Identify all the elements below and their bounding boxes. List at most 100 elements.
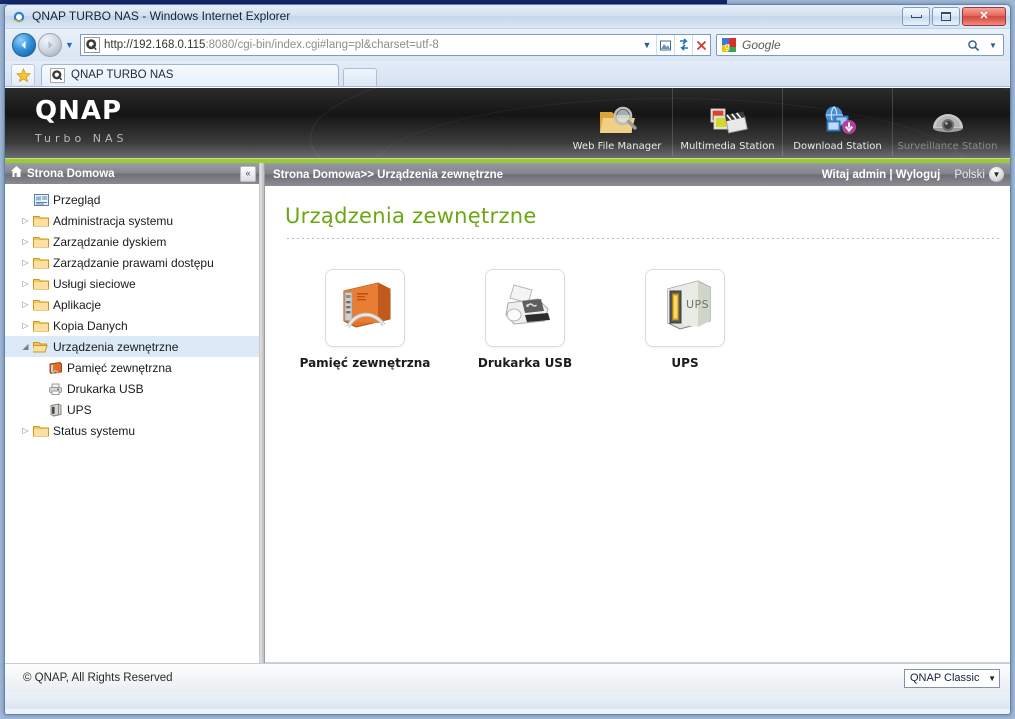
sidebar-item-zarzadzanie-dyskiem[interactable]: ▷ Zarządzanie dyskiem xyxy=(5,231,259,252)
folder-icon xyxy=(32,298,50,311)
device-label: Pamięć zewnętrzna xyxy=(299,356,431,370)
sidebar-item-kopia-danych[interactable]: ▷ Kopia Danych xyxy=(5,315,259,336)
external-storage-icon xyxy=(46,361,64,375)
sidebar-item-label: Usługi sieciowe xyxy=(53,276,136,291)
tree-twisty-expanded[interactable]: ◢ xyxy=(19,342,32,351)
folder-open-icon xyxy=(32,340,50,353)
welcome-logout[interactable]: Witaj admin | Wyloguj xyxy=(822,169,941,181)
sidebar-collapse-button[interactable]: « xyxy=(240,165,256,182)
device-grid: Pamięć zewnętrzna Drukarka USB UPS UPS xyxy=(285,239,1010,370)
forward-button[interactable] xyxy=(38,33,62,57)
folder-icon xyxy=(32,235,50,248)
device-ups[interactable]: UPS UPS xyxy=(605,269,765,370)
sidebar-item-status-systemu[interactable]: ▷ Status systemu xyxy=(5,420,259,441)
tab-bar: QNAP TURBO NAS xyxy=(5,61,1010,87)
breadcrumb: Strona Domowa>> Urządzenia zewnętrzne xyxy=(273,168,504,181)
sidebar-item-label: UPS xyxy=(67,402,92,417)
navigation-tree: Przegląd ▷ Administracja systemu ▷ Zarzą… xyxy=(5,184,259,663)
address-bar[interactable]: http://192.168.0.115:8080/cgi-bin/index.… xyxy=(80,34,711,56)
tab-label: QNAP TURBO NAS xyxy=(71,69,174,81)
app-label: Download Station xyxy=(793,141,882,152)
back-button[interactable] xyxy=(12,33,36,57)
sidebar-item-urzadzenia-zewnetrzne[interactable]: ◢ Urządzenia zewnętrzne xyxy=(5,336,259,357)
tree-twisty[interactable]: ▷ xyxy=(19,237,32,246)
new-tab-button[interactable] xyxy=(343,68,377,86)
copyright-text: © QNAP, All Rights Reserved xyxy=(23,672,173,684)
folder-icon xyxy=(32,319,50,332)
chevron-down-icon[interactable]: ▼ xyxy=(989,167,1004,182)
address-dropdown-button[interactable]: ▼ xyxy=(638,35,656,55)
search-input[interactable]: Google xyxy=(742,38,963,52)
qnap-site-icon xyxy=(84,37,100,53)
breadcrumb-bar: Strona Domowa>> Urządzenia zewnętrzne Wi… xyxy=(265,163,1010,186)
device-tile[interactable]: UPS xyxy=(645,269,725,347)
sidebar-item-przeglad[interactable]: Przegląd xyxy=(5,189,259,210)
sidebar-item-label: Drukarka USB xyxy=(67,381,144,396)
sidebar-item-pamiec-zewnetrzna[interactable]: Pamięć zewnętrzna xyxy=(5,357,259,378)
main-panel: Strona Domowa>> Urządzenia zewnętrzne Wi… xyxy=(265,163,1010,663)
download-monitor-icon xyxy=(817,98,859,138)
device-tile[interactable] xyxy=(485,269,565,347)
sidebar-item-label: Kopia Danych xyxy=(53,318,128,333)
sidebar-item-label: Zarządzanie prawami dostępu xyxy=(53,255,214,270)
sidebar-item-label: Pamięć zewnętrzna xyxy=(67,360,172,375)
tree-twisty[interactable]: ▷ xyxy=(19,300,32,309)
sidebar-item-ups[interactable]: UPS xyxy=(5,399,259,420)
theme-select[interactable]: QNAP Classic ▼ xyxy=(904,668,1000,688)
navigation-bar: ▼ http://192.168.0.115:8080/cgi-bin/inde… xyxy=(5,29,1010,61)
tree-twisty[interactable]: ▷ xyxy=(19,426,32,435)
ups-tower-icon: UPS xyxy=(654,277,716,340)
photos-clapper-icon xyxy=(707,98,749,138)
sidebar-item-aplikacje[interactable]: ▷ Aplikacje xyxy=(5,294,259,315)
device-tile[interactable] xyxy=(325,269,405,347)
minimize-button[interactable] xyxy=(902,7,930,26)
folder-search-icon xyxy=(596,98,638,138)
search-box[interactable]: g Google ▼ xyxy=(716,34,1004,56)
recent-pages-dropdown[interactable]: ▼ xyxy=(62,33,77,57)
refresh-button[interactable] xyxy=(674,35,692,55)
app-link-surveillance-station[interactable]: Surveillance Station xyxy=(892,88,1002,156)
sidebar: Strona Domowa « Przegląd ▷ Administracja… xyxy=(5,163,259,663)
compatibility-view-button[interactable] xyxy=(656,35,674,55)
internet-explorer-icon xyxy=(11,9,27,25)
favorites-button[interactable] xyxy=(11,64,35,85)
sidebar-item-label: Urządzenia zewnętrzne xyxy=(53,339,179,354)
maximize-icon xyxy=(941,12,951,21)
app-link-web-file-manager[interactable]: Web File Manager xyxy=(562,88,672,156)
svg-text:UPS: UPS xyxy=(686,298,709,311)
tab-qnap-turbo-nas[interactable]: QNAP TURBO NAS xyxy=(41,64,339,86)
home-icon xyxy=(10,165,23,183)
usb-printer-icon xyxy=(46,382,64,396)
search-provider-dropdown[interactable]: ▼ xyxy=(983,41,1003,50)
overview-icon xyxy=(32,193,50,207)
sidebar-item-label: Aplikacje xyxy=(53,297,102,312)
tree-twisty[interactable]: ▷ xyxy=(19,258,32,267)
close-button[interactable]: ✕ xyxy=(962,7,1006,26)
folder-icon xyxy=(32,256,50,269)
header-app-links: Web File Manager Multimedia Station Down… xyxy=(562,88,1002,156)
sidebar-item-zarzadzanie-prawami-dostepu[interactable]: ▷ Zarządzanie prawami dostępu xyxy=(5,252,259,273)
caret-down-icon[interactable]: ▼ xyxy=(988,674,996,683)
device-external-storage[interactable]: Pamięć zewnętrzna xyxy=(285,269,445,370)
language-label[interactable]: Polski xyxy=(954,169,985,181)
search-icon[interactable] xyxy=(963,39,983,52)
device-usb-printer[interactable]: Drukarka USB xyxy=(445,269,605,370)
app-link-multimedia-station[interactable]: Multimedia Station xyxy=(672,88,782,156)
maximize-button[interactable] xyxy=(932,7,960,26)
app-link-download-station[interactable]: Download Station xyxy=(782,88,892,156)
folder-icon xyxy=(32,214,50,227)
tree-twisty[interactable]: ▷ xyxy=(19,279,32,288)
sidebar-item-administracja-systemu[interactable]: ▷ Administracja systemu xyxy=(5,210,259,231)
sidebar-item-label: Administracja systemu xyxy=(53,213,174,228)
sidebar-item-drukarka-usb[interactable]: Drukarka USB xyxy=(5,378,259,399)
qnap-brand: QNAP Turbo NAS xyxy=(35,98,128,145)
sidebar-item-label: Zarządzanie dyskiem xyxy=(53,234,167,249)
brand-subtitle: Turbo NAS xyxy=(35,132,128,145)
main-bottom-border xyxy=(265,662,1010,663)
web-page: QNAP Turbo NAS Web File Manager Multimed… xyxy=(5,87,1010,692)
device-label: Drukarka USB xyxy=(477,356,573,370)
tree-twisty[interactable]: ▷ xyxy=(19,321,32,330)
tree-twisty[interactable]: ▷ xyxy=(19,216,32,225)
stop-button[interactable] xyxy=(692,35,710,55)
sidebar-item-uslugi-sieciowe[interactable]: ▷ Usługi sieciowe xyxy=(5,273,259,294)
